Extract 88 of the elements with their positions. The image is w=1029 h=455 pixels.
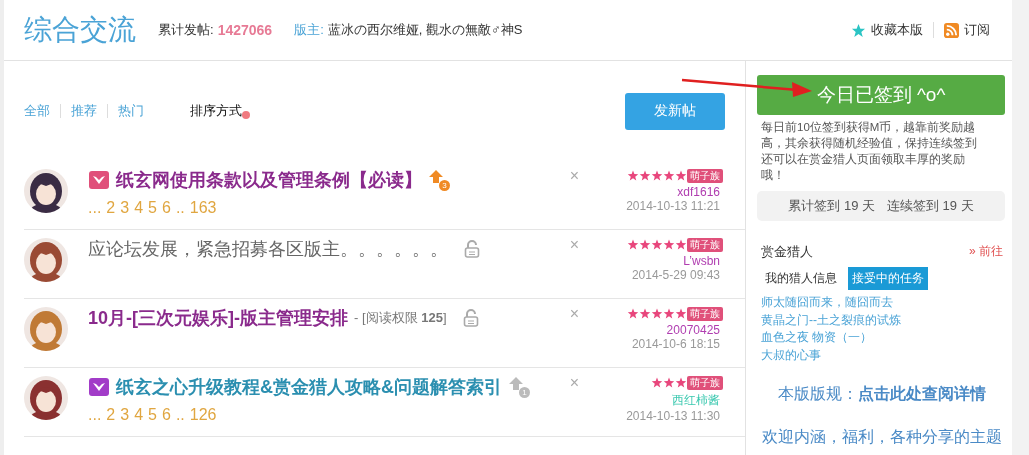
thread-title[interactable]: 纸玄网使用条款以及管理条例【必读】 — [116, 168, 422, 192]
thread-title[interactable]: 应论坛发展，紧急招募各区版主。。。。。。 — [88, 237, 448, 261]
star-icon — [663, 308, 675, 320]
star-icon — [627, 239, 639, 251]
rss-icon — [944, 22, 959, 38]
thread-title[interactable]: 纸玄之心升级教程&赏金猎人攻略&问题解答索引 — [116, 375, 502, 399]
thread-title[interactable]: 10月-[三次元娱乐]-版主管理安排 — [88, 306, 348, 330]
filter-tab[interactable]: 全部 — [24, 102, 50, 120]
sort-menu[interactable]: 排序方式 — [190, 102, 242, 120]
task-link[interactable]: 黄晶之门--土之裂痕的试炼 — [761, 311, 1007, 329]
user-badge: 萌子族 — [687, 169, 723, 183]
hot-indicator: 1 — [508, 376, 530, 398]
page-link[interactable]: 4 — [134, 199, 144, 217]
moderators-label: 版主: — [294, 21, 324, 39]
moderator-names[interactable]: 蓝冰の西尔维娅, 觀水の無敵♂神S — [327, 21, 523, 39]
section-title: 赏金猎人 — [761, 243, 813, 261]
user-badge: 萌子族 — [687, 376, 723, 390]
more-link[interactable]: » 前往 — [969, 243, 1003, 261]
new-post-button[interactable]: 发新帖 — [625, 92, 725, 130]
post-time: 2014-10-6 18:15 — [631, 337, 721, 351]
page-link[interactable]: .. — [175, 406, 185, 424]
star-icon — [651, 170, 663, 182]
task-link[interactable]: 师太随囧而来，随囧而去 — [761, 294, 1007, 312]
sign-in-button[interactable]: 今日已签到 ^o^ — [757, 75, 1005, 115]
page-link[interactable]: 2 — [106, 199, 116, 217]
star-icon — [851, 22, 866, 38]
star-icon — [651, 308, 663, 320]
star-icon — [663, 170, 675, 182]
page-link[interactable]: 163 — [189, 199, 217, 217]
page-link[interactable]: 5 — [148, 199, 157, 217]
page-link[interactable]: 126 — [189, 406, 217, 424]
star-icon — [627, 308, 639, 320]
page-link[interactable]: 6 — [161, 199, 171, 217]
page-link[interactable]: 5 — [148, 406, 157, 424]
user-badge: 萌子族 — [687, 307, 723, 321]
read-permission: - [阅读权限 125] — [354, 309, 447, 327]
rules-link[interactable]: 本版版规：点击此处查阅详情 — [757, 384, 1007, 405]
page-link[interactable]: .. — [175, 199, 185, 217]
post-time: 2014-10-13 11:30 — [626, 409, 721, 423]
star-icon — [675, 308, 687, 320]
bounty-tab[interactable]: 我的猎人信息 — [761, 267, 841, 290]
header-link[interactable]: 订阅 — [964, 21, 990, 39]
sign-in-count: 连续签到 19 天 — [887, 197, 974, 215]
forum-title: 综合交流 — [24, 13, 136, 47]
page-link[interactable]: 4 — [134, 406, 144, 424]
page-link[interactable]: 6 — [161, 406, 171, 424]
star-icon — [675, 170, 687, 182]
header-link[interactable]: 收藏本版 — [871, 21, 923, 39]
star-icon — [639, 170, 651, 182]
close-icon[interactable]: × — [569, 376, 579, 390]
filter-tab[interactable]: 热门 — [118, 102, 144, 120]
page-link[interactable]: ... — [88, 199, 102, 217]
close-icon[interactable]: × — [569, 238, 579, 252]
author-name[interactable]: L’wsbn — [683, 254, 723, 268]
star-icon — [651, 377, 663, 389]
page-link[interactable]: ... — [88, 406, 102, 424]
star-icon — [675, 239, 687, 251]
page-link[interactable]: 3 — [120, 406, 130, 424]
star-icon — [663, 239, 675, 251]
post-count-label: 累计发帖: — [158, 21, 214, 39]
star-icon — [651, 239, 663, 251]
bounty-tab[interactable]: 接受中的任务 — [848, 267, 928, 290]
lock-icon — [464, 240, 480, 258]
filter-tab[interactable]: 推荐 — [71, 102, 97, 120]
notification-dot — [242, 111, 250, 119]
author-name[interactable]: 西红柿酱 — [672, 392, 723, 409]
star-icon — [639, 308, 651, 320]
close-icon[interactable]: × — [569, 169, 579, 183]
post-time: 2014-10-13 11:21 — [626, 199, 721, 213]
author-name[interactable]: 20070425 — [666, 323, 723, 337]
welcome-text: 欢迎内涵，福利，各种分享的主题 — [761, 427, 1003, 447]
star-icon — [639, 239, 651, 251]
page-link[interactable]: 2 — [106, 406, 116, 424]
sign-in-note: 每日前10位签到获得M币，越靠前奖励越高，其余获得随机经验值，保持连续签到还可以在赏金猎人页面领取丰厚的奖励哦！ — [761, 120, 978, 183]
sign-in-count: 累计签到 19 天 — [788, 197, 875, 215]
star-icon — [627, 170, 639, 182]
star-icon — [675, 377, 687, 389]
user-badge: 萌子族 — [687, 238, 723, 252]
hot-indicator: 3 — [428, 169, 450, 191]
lock-icon — [462, 309, 479, 327]
page-link[interactable]: 3 — [120, 199, 130, 217]
post-count: 1427066 — [217, 22, 273, 38]
post-time: 2014-5-29 09:43 — [631, 268, 721, 282]
task-link[interactable]: 血色之夜 物资（一） — [761, 329, 1007, 347]
author-name[interactable]: xdf1616 — [677, 185, 723, 199]
close-icon[interactable]: × — [569, 307, 579, 321]
task-link[interactable]: 大叔的心事 — [761, 346, 1007, 364]
star-icon — [663, 377, 675, 389]
